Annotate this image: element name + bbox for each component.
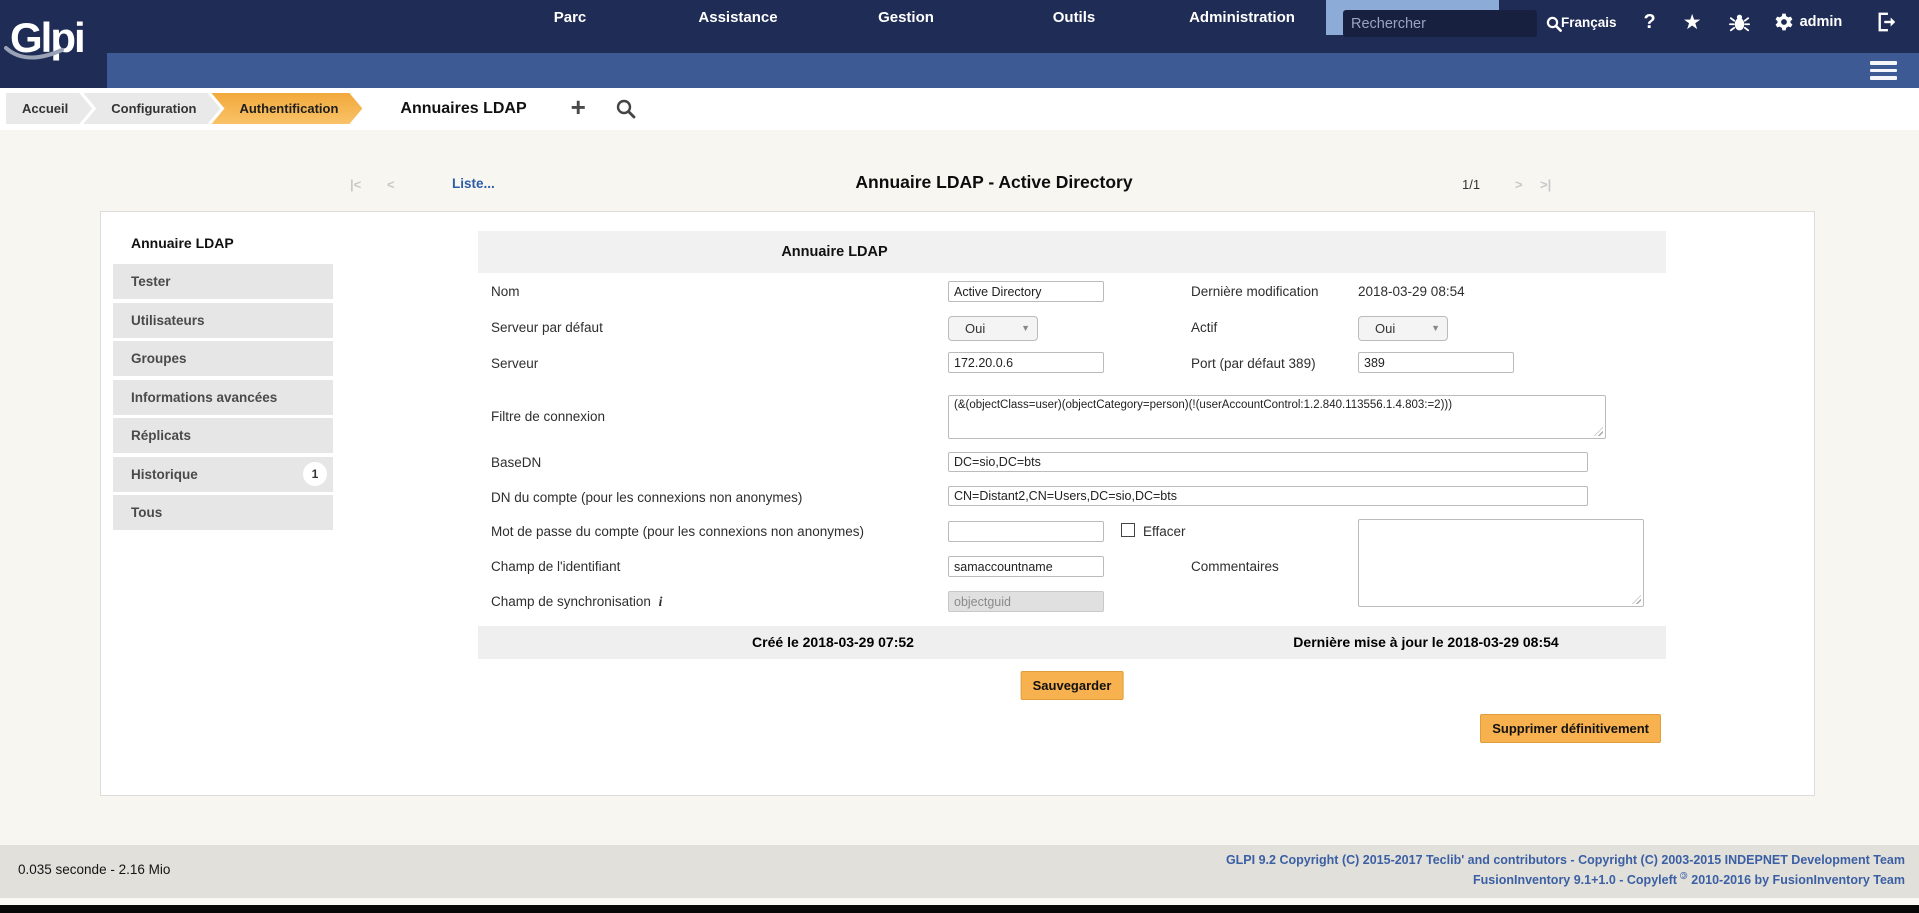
user-menu[interactable]: admin — [1800, 14, 1843, 30]
settings-gear-icon[interactable] — [1774, 12, 1794, 32]
bug-report-icon[interactable] — [1729, 12, 1750, 33]
derniere-modification-label: Dernière modification — [1191, 284, 1319, 299]
list-link[interactable]: Liste... — [452, 176, 495, 191]
mot-de-passe-label: Mot de passe du compte (pour les connexi… — [491, 524, 864, 539]
page-footer: 0.035 seconde - 2.16 Mio GLPI 9.2 Copyri… — [0, 845, 1919, 898]
sidebar-item-historique[interactable]: Historique 1 — [113, 457, 333, 492]
sidebar-item-tester[interactable]: Tester — [113, 264, 333, 299]
sidebar-item-tous[interactable]: Tous — [113, 495, 333, 530]
champ-identifiant-label: Champ de l'identifiant — [491, 559, 620, 574]
bookmark-star-icon[interactable]: ★ — [1683, 10, 1702, 35]
language-selector[interactable]: Français — [1561, 15, 1617, 30]
tabs-sidebar: Annuaire LDAP Tester Utilisateurs Groupe… — [113, 228, 333, 534]
champ-identifiant-input[interactable] — [948, 556, 1104, 577]
page-content: |< < Liste... Annuaire LDAP - Active Dir… — [0, 130, 1919, 845]
actif-label: Actif — [1191, 320, 1217, 335]
basedn-label: BaseDN — [491, 455, 541, 470]
info-icon[interactable]: i — [659, 594, 663, 609]
serveur-defaut-label: Serveur par défaut — [491, 320, 603, 335]
updated-date: Dernière mise à jour le 2018-03-29 08:54 — [1293, 626, 1558, 659]
copyleft-icon: © — [1680, 869, 1687, 886]
bottom-black-bar — [0, 905, 1919, 913]
nom-label: Nom — [491, 284, 520, 299]
copyright-line-1: GLPI 9.2 Copyright (C) 2015-2017 Teclib'… — [1226, 852, 1905, 869]
sidebar-item-label: Historique — [131, 467, 198, 482]
sidebar-item-replicats[interactable]: Réplicats — [113, 418, 333, 453]
record-toolbar: |< < Liste... Annuaire LDAP - Active Dir… — [100, 171, 1817, 199]
breadcrumb-current-page: Annuaires LDAP — [400, 93, 526, 124]
effacer-label: Effacer — [1143, 524, 1186, 539]
search-input[interactable] — [1343, 16, 1546, 32]
hamburger-menu-icon[interactable] — [1870, 61, 1897, 80]
nav-item-assistance[interactable]: Assistance — [654, 0, 822, 35]
nav-item-parc[interactable]: Parc — [486, 0, 654, 35]
actif-select[interactable]: Oui ▼ — [1358, 316, 1448, 341]
serveur-defaut-value: Oui — [965, 321, 985, 336]
dn-compte-input[interactable] — [948, 486, 1588, 506]
dn-compte-label: DN du compte (pour les connexions non an… — [491, 490, 802, 505]
copyright-text: GLPI 9.2 Copyright (C) 2015-2017 Teclib'… — [1226, 852, 1905, 888]
breadcrumb: Accueil Configuration Authentification A… — [6, 93, 636, 124]
record-dates-bar: Créé le 2018-03-29 07:52 Dernière mise à… — [478, 626, 1666, 659]
actif-value: Oui — [1375, 321, 1395, 336]
champ-synchronisation-label: Champ de synchronisation i — [491, 594, 662, 610]
port-input[interactable] — [1358, 352, 1514, 373]
pagination-last-button[interactable]: >| — [1540, 177, 1551, 192]
created-date: Créé le 2018-03-29 07:52 — [752, 626, 914, 659]
effacer-checkbox[interactable] — [1121, 523, 1135, 537]
breadcrumb-bar: Accueil Configuration Authentification A… — [0, 88, 1919, 130]
page-title: Annuaire LDAP - Active Directory — [855, 172, 1132, 193]
breadcrumb-search-icon[interactable] — [616, 93, 636, 124]
search-icon[interactable] — [1546, 16, 1562, 32]
help-icon[interactable]: ? — [1644, 11, 1656, 34]
chevron-down-icon: ▼ — [1021, 323, 1030, 333]
main-nav-bar — [0, 53, 1919, 88]
logout-icon[interactable] — [1876, 12, 1898, 32]
nav-item-administration[interactable]: Administration — [1158, 0, 1326, 35]
pagination-first-button[interactable]: |< — [350, 177, 361, 192]
form-header-title: Annuaire LDAP — [478, 231, 1191, 273]
derniere-modification-value: 2018-03-29 08:54 — [1358, 284, 1465, 299]
performance-stats: 0.035 seconde - 2.16 Mio — [18, 862, 170, 877]
filtre-connexion-label: Filtre de connexion — [491, 409, 605, 424]
sidebar-item-utilisateurs[interactable]: Utilisateurs — [113, 303, 333, 338]
delete-permanently-button[interactable]: Supprimer définitivement — [1480, 714, 1661, 743]
sidebar-item-informations-avancees[interactable]: Informations avancées — [113, 380, 333, 415]
port-label: Port (par défaut 389) — [1191, 356, 1316, 371]
nom-input[interactable] — [948, 281, 1104, 302]
champ-synchronisation-input — [948, 591, 1104, 612]
chevron-down-icon: ▼ — [1431, 323, 1440, 333]
main-panel: Annuaire LDAP Tester Utilisateurs Groupe… — [100, 211, 1815, 796]
form-body: Nom Dernière modification 2018-03-29 08:… — [478, 273, 1666, 793]
global-search — [1343, 10, 1537, 37]
pagination-prev-button[interactable]: < — [387, 177, 395, 192]
commentaires-label: Commentaires — [1191, 559, 1279, 574]
topbar-icons: Français ? ★ admin — [1561, 0, 1898, 44]
basedn-input[interactable] — [948, 452, 1588, 472]
save-button[interactable]: Sauvegarder — [1021, 671, 1124, 700]
glpi-logo-swoosh — [4, 44, 74, 66]
pagination-count: 1/1 — [1462, 177, 1480, 192]
mot-de-passe-input[interactable] — [948, 521, 1104, 542]
nav-item-outils[interactable]: Outils — [990, 0, 1158, 35]
filtre-connexion-textarea[interactable]: (&(objectClass=user)(objectCategory=pers… — [948, 395, 1606, 439]
historique-count-badge: 1 — [303, 462, 327, 486]
commentaires-textarea[interactable] — [1358, 519, 1644, 607]
serveur-defaut-select[interactable]: Oui ▼ — [948, 316, 1038, 341]
sidebar-item-groupes[interactable]: Groupes — [113, 341, 333, 376]
serveur-label: Serveur — [491, 356, 538, 371]
breadcrumb-accueil[interactable]: Accueil — [6, 93, 92, 124]
breadcrumb-configuration[interactable]: Configuration — [83, 93, 220, 124]
add-item-icon[interactable]: + — [571, 93, 586, 124]
glpi-logo[interactable]: Glpi — [0, 0, 107, 88]
bottom-strip — [0, 898, 1919, 905]
ldap-form: Annuaire LDAP Nom Dernière modification … — [478, 231, 1666, 793]
nav-item-gestion[interactable]: Gestion — [822, 0, 990, 35]
form-header: Annuaire LDAP — [478, 231, 1666, 273]
sidebar-item-annuaire-ldap[interactable]: Annuaire LDAP — [113, 228, 333, 258]
serveur-input[interactable] — [948, 352, 1104, 373]
breadcrumb-authentification[interactable]: Authentification — [211, 93, 362, 124]
pagination-next-button[interactable]: > — [1515, 177, 1523, 192]
copyright-line-2: FusionInventory 9.1+1.0 - Copyleft © 201… — [1226, 869, 1905, 889]
